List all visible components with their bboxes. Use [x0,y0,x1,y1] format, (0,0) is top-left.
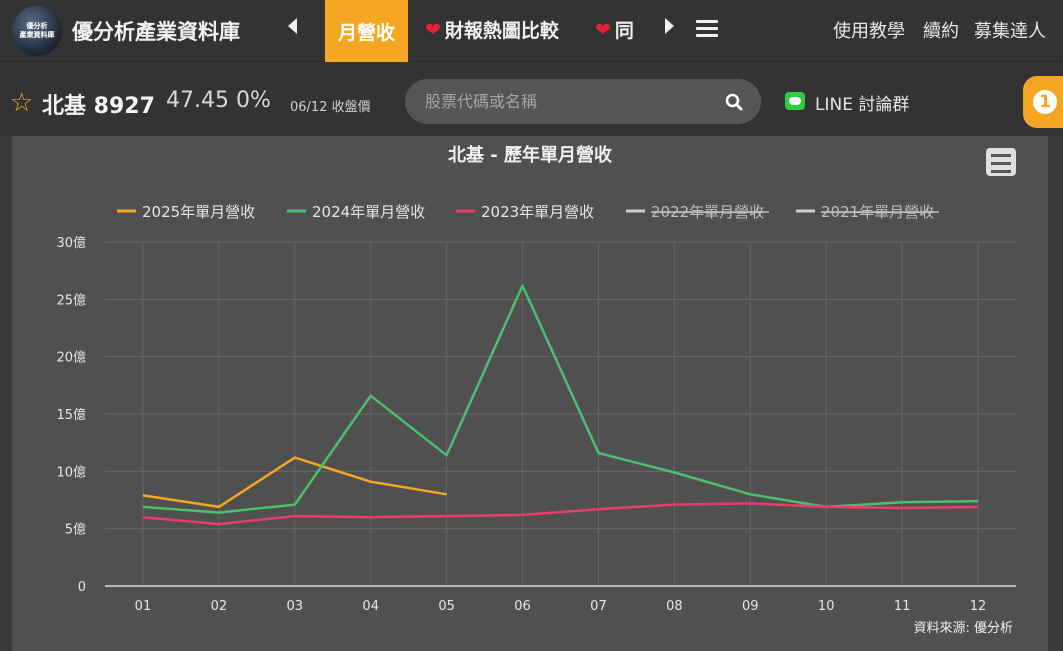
search-input[interactable] [425,89,705,114]
logo-text-line1: 優分析 [26,22,48,30]
stock-name-code: 北基 8927 [42,94,155,119]
search-icon[interactable] [725,93,743,111]
tabs-scroll-left-icon[interactable] [288,18,297,34]
chart-panel [12,136,1048,651]
tab-financial-heatmap[interactable]: ❤ 財報熱圖比較 [425,16,559,43]
tab-peer[interactable]: ❤ 同 [595,16,634,43]
stock-price-change: 47.45 0% [166,88,271,113]
notification-tab[interactable]: 1 [1023,76,1063,128]
line-app-icon[interactable] [785,92,805,110]
tab-label: 財報熱圖比較 [444,20,559,42]
price-date-label: 06/12 收盤價 [290,100,371,115]
chart-export-menu-icon[interactable] [986,148,1016,176]
site-title[interactable]: 優分析產業資料庫 [72,16,240,46]
line-group-link[interactable]: LINE 討論群 [815,90,909,115]
logo-text-line2: 產業資料庫 [19,31,55,39]
favorite-star-icon[interactable]: ☆ [10,88,33,118]
search-box [405,79,761,124]
heart-icon: ❤ [595,18,611,41]
heart-icon: ❤ [425,18,441,41]
notification-count: 1 [1033,90,1057,114]
recruit-link[interactable]: 募集達人 [974,17,1046,43]
site-logo[interactable]: 優分析 產業資料庫 [12,6,62,56]
tabs-scroll-right-icon[interactable] [665,18,674,34]
tab-label: 同 [614,20,634,42]
hamburger-menu-icon[interactable] [696,20,718,38]
tutorial-link[interactable]: 使用教學 [833,17,905,43]
renew-link[interactable]: 續約 [923,17,959,43]
tab-monthly-revenue[interactable]: 月營收 [325,0,408,62]
